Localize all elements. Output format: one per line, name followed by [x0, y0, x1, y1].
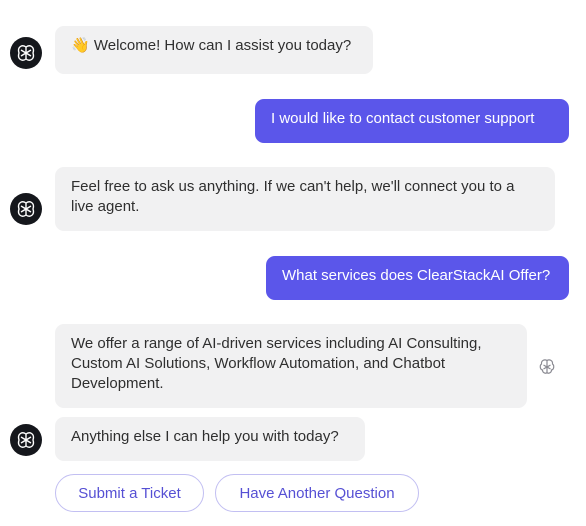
submit-ticket-button[interactable]: Submit a Ticket — [55, 474, 204, 512]
have-another-question-button[interactable]: Have Another Question — [215, 474, 419, 512]
bot-message-feel-free: Feel free to ask us anything. If we can'… — [55, 167, 555, 231]
message-text: We offer a range of AI-driven services i… — [71, 335, 482, 392]
bot-logo-icon — [17, 432, 35, 448]
bot-avatar — [10, 193, 42, 225]
bot-logo-icon — [17, 201, 35, 217]
message-text: Feel free to ask us anything. If we can'… — [71, 178, 515, 215]
message-text: What services does ClearStackAI Offer? — [282, 267, 551, 284]
ai-brain-icon — [539, 359, 555, 374]
bot-avatar — [10, 424, 42, 456]
bot-message-anything-else: Anything else I can help you with today? — [55, 417, 365, 461]
bot-avatar — [10, 37, 42, 69]
message-text: I would like to contact customer support — [271, 110, 535, 127]
user-message-services: What services does ClearStackAI Offer? — [266, 256, 569, 300]
wave-emoji-icon: 👋 — [71, 37, 90, 54]
bot-logo-icon — [17, 45, 35, 61]
bot-message-services-answer: We offer a range of AI-driven services i… — [55, 324, 527, 408]
bot-message-welcome: 👋 Welcome! How can I assist you today? — [55, 26, 373, 74]
message-text: Anything else I can help you with today? — [71, 428, 339, 445]
user-message-contact-support: I would like to contact customer support — [255, 99, 569, 143]
message-text: Welcome! How can I assist you today? — [93, 37, 352, 54]
